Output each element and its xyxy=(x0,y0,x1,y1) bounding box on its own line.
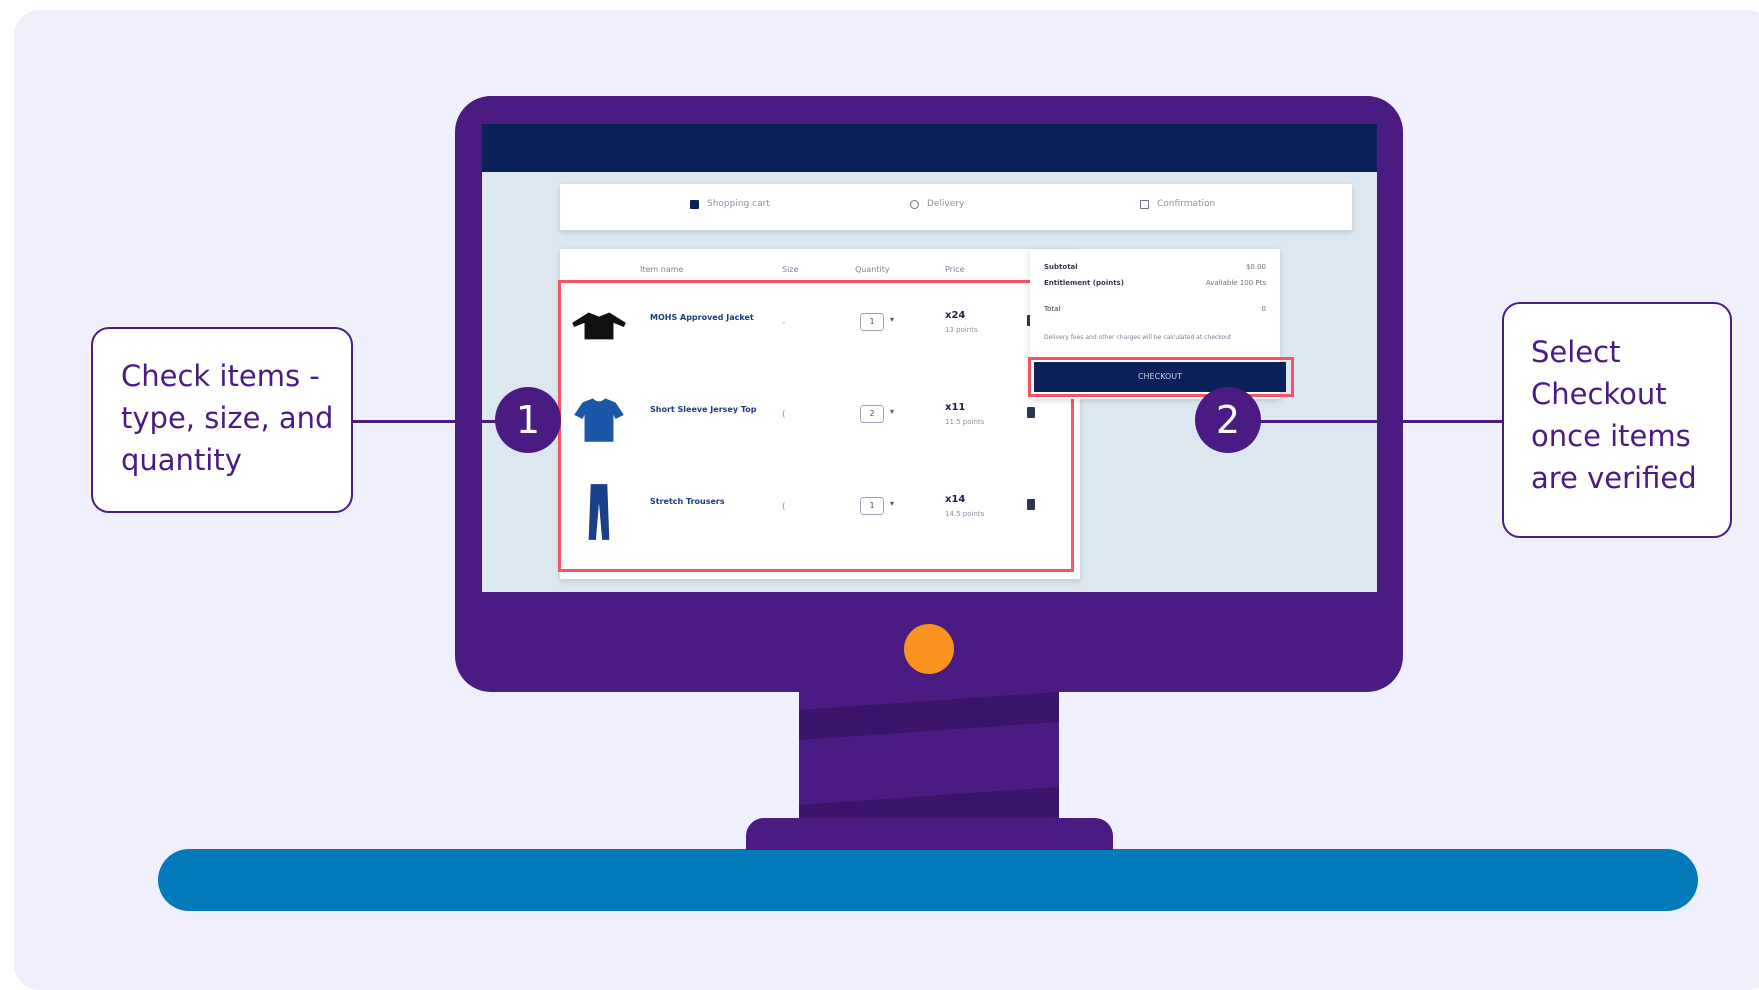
desk-bar xyxy=(158,849,1698,911)
callout-check-items: Check items - type, size, and quantity xyxy=(91,327,353,513)
items-highlight-box xyxy=(558,280,1074,572)
checkout-highlight-box xyxy=(1028,357,1294,397)
summary-note: Delivery fees and other charges will be … xyxy=(1044,334,1232,341)
total-value: 0 xyxy=(1261,305,1266,313)
step-square-icon xyxy=(1140,199,1149,209)
step-circle-icon xyxy=(910,199,919,209)
callout-text: Check items - type, size, and quantity xyxy=(121,359,334,477)
step-delivery[interactable]: Delivery xyxy=(910,199,964,209)
subtotal-value: $0.00 xyxy=(1245,263,1266,271)
header-size: Size xyxy=(782,265,799,274)
header-quantity: Quantity xyxy=(855,265,890,274)
entitlement-value: Available 100 Pts xyxy=(1205,279,1266,287)
step-confirmation[interactable]: Confirmation xyxy=(1140,199,1215,209)
app-header-bar xyxy=(482,124,1377,172)
entitlement-label: Entitlement (points) xyxy=(1044,279,1124,287)
total-label: Total xyxy=(1044,305,1061,313)
subtotal-label: Subtotal xyxy=(1044,263,1078,271)
monitor-stand-neck xyxy=(799,690,1059,825)
callout-2-connector xyxy=(1258,420,1504,423)
monitor-screen: Shopping cart Delivery Confirmation Item… xyxy=(482,124,1377,592)
step-2-badge: 2 xyxy=(1195,387,1261,453)
step-label: Delivery xyxy=(927,199,965,209)
step-shopping-cart[interactable]: Shopping cart xyxy=(690,199,770,209)
checkout-steps: Shopping cart Delivery Confirmation xyxy=(560,184,1352,230)
callout-text: Select Checkout once items are verified xyxy=(1531,335,1697,495)
callout-select-checkout: Select Checkout once items are verified xyxy=(1502,302,1732,538)
callout-1-connector xyxy=(353,420,503,423)
step-active-icon xyxy=(690,199,699,209)
step-label: Shopping cart xyxy=(707,199,770,209)
header-item-name: Item name xyxy=(640,265,684,274)
monitor-stand-base xyxy=(746,818,1113,850)
power-button-icon xyxy=(904,624,954,674)
step-1-badge: 1 xyxy=(495,387,561,453)
header-price: Price xyxy=(945,265,965,274)
step-label: Confirmation xyxy=(1157,199,1216,209)
